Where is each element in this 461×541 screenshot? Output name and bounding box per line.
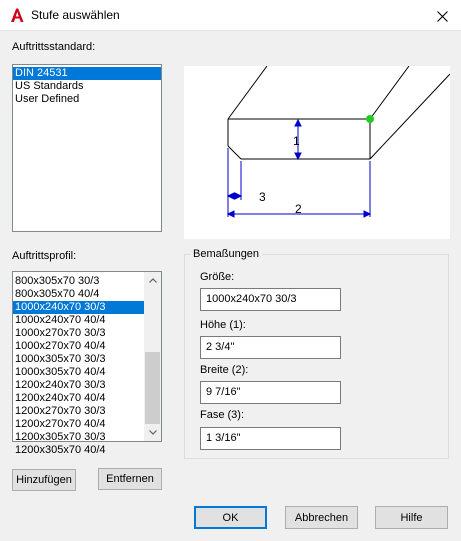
scroll-up-button[interactable]: [144, 272, 161, 289]
chamfer-field[interactable]: 1 3/16": [200, 427, 341, 450]
profile-list[interactable]: 800x305x70 30/3 800x305x70 40/4 1000x240…: [12, 271, 162, 456]
size-label: Größe:: [200, 271, 235, 283]
profile-item[interactable]: 1000x305x70 30/3: [13, 353, 144, 366]
profile-label: Auftrittsprofil:: [12, 250, 77, 262]
standard-label: Auftrittsstandard:: [12, 41, 96, 53]
size-field[interactable]: 1000x240x70 30/3: [200, 288, 341, 311]
dim-label-chamfer: 3: [259, 190, 266, 204]
profile-scrollbar[interactable]: [144, 272, 161, 441]
help-button[interactable]: Hilfe: [375, 506, 448, 529]
profile-item[interactable]: 1200x240x70 30/3: [13, 379, 144, 392]
height-label: Höhe (1):: [200, 319, 246, 331]
scroll-down-button[interactable]: [144, 424, 161, 441]
close-icon: [436, 10, 448, 22]
standard-list[interactable]: DIN 24531 US Standards User Defined: [12, 64, 162, 232]
profile-item[interactable]: 1200x270x70 30/3: [13, 405, 144, 418]
remove-button[interactable]: Entfernen: [98, 468, 162, 490]
chevron-up-icon: [148, 278, 157, 283]
standard-item[interactable]: DIN 24531: [13, 67, 161, 80]
standard-item[interactable]: User Defined: [13, 93, 161, 106]
profile-item[interactable]: 1200x270x70 40/4: [13, 418, 144, 431]
add-button[interactable]: Hinzufügen: [12, 469, 76, 491]
autocad-icon: [11, 8, 24, 22]
standard-item[interactable]: US Standards: [13, 80, 161, 93]
chamfer-label: Fase (3):: [200, 409, 245, 421]
step-preview: 1 2 3: [184, 65, 451, 239]
profile-item[interactable]: 1200x305x70 30/3: [13, 431, 144, 444]
title-bar: Stufe auswählen: [0, 0, 461, 31]
width-field[interactable]: 9 7/16": [200, 381, 341, 404]
chevron-down-icon: [148, 430, 157, 435]
profile-item[interactable]: 1000x240x70 40/4: [13, 314, 144, 327]
dim-label-width: 2: [295, 202, 302, 216]
grip-point: [366, 115, 374, 123]
close-button[interactable]: [430, 5, 454, 27]
window-title: Stufe auswählen: [31, 8, 120, 22]
height-field[interactable]: 2 3/4": [200, 336, 341, 359]
width-label: Breite (2):: [200, 364, 249, 376]
profile-item[interactable]: 800x305x70 40/4: [13, 288, 144, 301]
profile-item[interactable]: 1000x305x70 40/4: [13, 366, 144, 379]
profile-item[interactable]: 1000x240x70 30/3: [13, 301, 144, 314]
cancel-button[interactable]: Abbrechen: [285, 506, 358, 529]
profile-item[interactable]: 1000x270x70 30/3: [13, 327, 144, 340]
step-drawing: 1 2 3: [226, 65, 451, 218]
dim-label-height: 1: [293, 134, 300, 148]
dimensions-group-title: Bemaßungen: [190, 248, 263, 260]
profile-item[interactable]: 800x305x70 30/3: [13, 275, 144, 288]
profile-item[interactable]: 1200x305x70 40/4: [13, 444, 144, 457]
ok-button[interactable]: OK: [194, 506, 267, 529]
profile-item[interactable]: 1000x270x70 40/4: [13, 340, 144, 353]
scroll-thumb[interactable]: [145, 352, 160, 424]
profile-item[interactable]: 1200x240x70 40/4: [13, 392, 144, 405]
